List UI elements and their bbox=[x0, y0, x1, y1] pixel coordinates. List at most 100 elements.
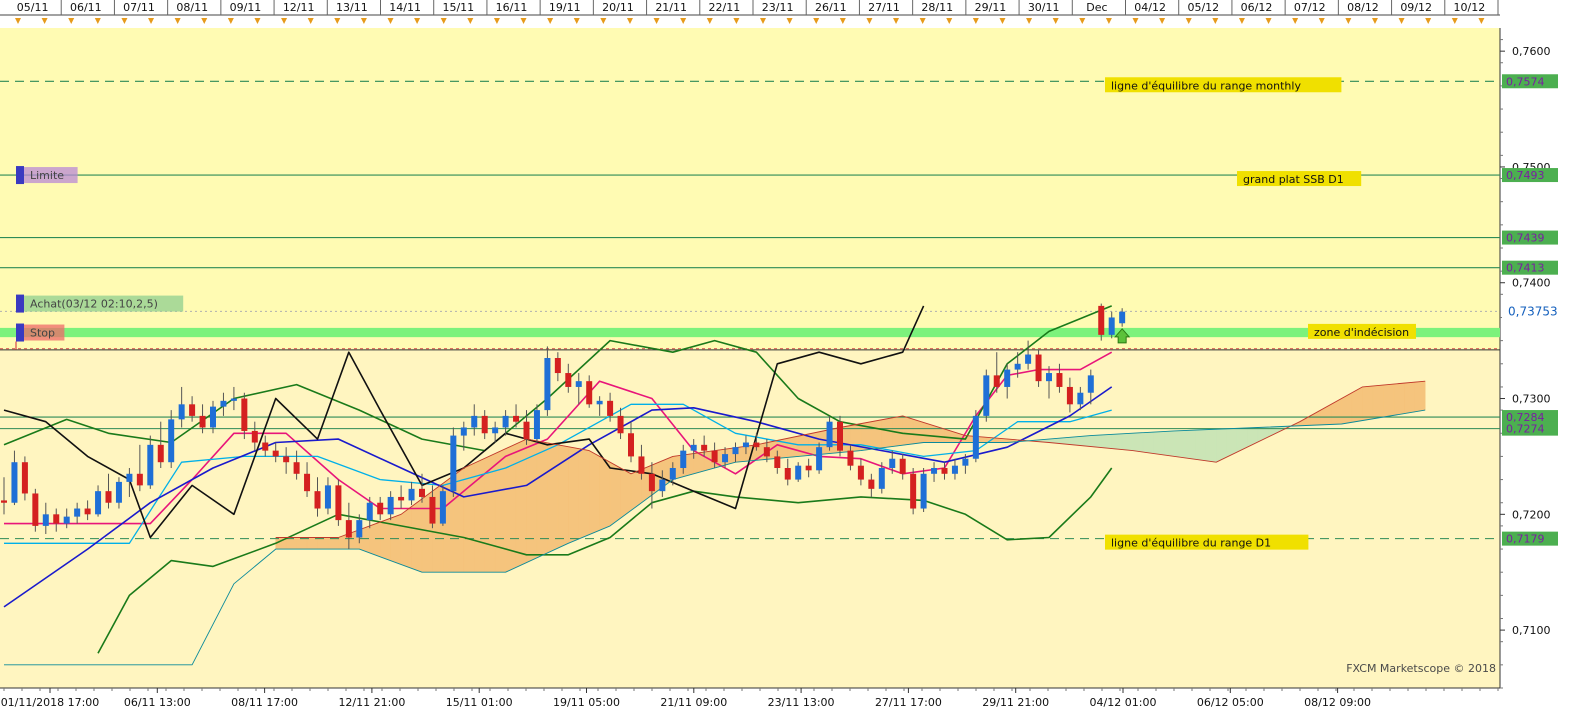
watermark: FXCM Marketscope © 2018 bbox=[1346, 662, 1496, 675]
cloud-segment bbox=[850, 423, 862, 452]
candle-body bbox=[920, 473, 927, 509]
cloud-segment bbox=[588, 450, 600, 535]
time-axis-label: 01/11/2018 17:00 bbox=[1, 696, 100, 709]
price-tick-label: 0,7200 bbox=[1512, 508, 1551, 521]
price-level-tag: 0,7493 bbox=[1502, 168, 1558, 183]
candle-body bbox=[837, 421, 843, 451]
candlestick-chart[interactable]: 05/11 06/11 07/11 08/11 09/11 12/11 13/11 14/11… bbox=[0, 0, 1583, 720]
candle-body bbox=[554, 358, 561, 374]
candle-body bbox=[199, 415, 206, 428]
order-label[interactable]: Achat(03/12 02:10,2,5) bbox=[30, 298, 158, 311]
candle-body bbox=[95, 491, 102, 515]
top-axis-label: 12/11 bbox=[283, 1, 315, 14]
time-axis-label: 19/11 05:00 bbox=[553, 696, 620, 709]
top-axis-label: 30/11 bbox=[1028, 1, 1060, 14]
candle-body bbox=[1, 500, 7, 503]
cloud-segment bbox=[306, 537, 318, 550]
candle-body bbox=[816, 447, 823, 471]
top-axis-label: 09/11 bbox=[230, 1, 262, 14]
price-level-tag: 0,7574 bbox=[1502, 74, 1558, 89]
candle-body bbox=[53, 514, 60, 524]
top-axis-label: 16/11 bbox=[496, 1, 528, 14]
order-handle-icon[interactable] bbox=[16, 294, 24, 313]
candle-body bbox=[962, 458, 969, 466]
cloud-segment bbox=[1142, 431, 1154, 454]
price-level-tag: 0,7274 bbox=[1502, 421, 1558, 436]
top-axis-label: 07/11 bbox=[123, 1, 155, 14]
candle-body bbox=[669, 468, 676, 480]
top-axis-label: 06/11 bbox=[70, 1, 102, 14]
candle-body bbox=[596, 400, 603, 405]
candle-body bbox=[126, 473, 133, 482]
candle-body bbox=[565, 373, 572, 387]
time-axis-label: 06/12 05:00 bbox=[1197, 696, 1264, 709]
candle-body bbox=[972, 415, 979, 459]
order-handle-icon[interactable] bbox=[16, 323, 24, 342]
time-axis-label: 29/11 21:00 bbox=[982, 696, 1049, 709]
top-axis-label: 05/12 bbox=[1187, 1, 1219, 14]
candle-body bbox=[1046, 373, 1052, 382]
order-label[interactable]: Limite bbox=[30, 169, 64, 182]
candle-body bbox=[387, 496, 394, 515]
top-axis-label: 27/11 bbox=[868, 1, 900, 14]
candle-body bbox=[711, 450, 718, 463]
bottom-axis: 01/11/2018 17:00 06/11 13:00 08/11 17:00 12… bbox=[0, 687, 1583, 720]
order-marker[interactable]: Achat(03/12 02:10,2,5) bbox=[16, 294, 184, 313]
top-axis-label: 26/11 bbox=[815, 1, 847, 14]
order-label[interactable]: Stop bbox=[30, 327, 55, 340]
candle-body bbox=[356, 520, 363, 538]
price-level-tag-label: 0,7413 bbox=[1506, 262, 1545, 275]
candle-body bbox=[11, 462, 18, 503]
cloud-segment bbox=[1163, 430, 1175, 457]
candle-body bbox=[1119, 311, 1126, 324]
time-axis-label: 12/11 21:00 bbox=[338, 696, 405, 709]
cloud-segment bbox=[536, 440, 548, 559]
candle-body bbox=[638, 456, 645, 474]
candle-body bbox=[1108, 317, 1115, 335]
current-price-tag: 0,73753 bbox=[1508, 304, 1558, 318]
candle-body bbox=[617, 415, 624, 434]
cloud-segment bbox=[285, 537, 297, 550]
time-axis-label: 06/11 13:00 bbox=[124, 696, 191, 709]
price-tick-label: 0,7100 bbox=[1512, 624, 1551, 637]
candle-body bbox=[74, 508, 81, 517]
price-level-tag: 0,7413 bbox=[1502, 260, 1558, 275]
candle-body bbox=[408, 488, 415, 501]
candle-body bbox=[544, 358, 551, 411]
candle-body bbox=[1098, 305, 1105, 335]
order-marker[interactable]: Stop bbox=[16, 323, 65, 342]
candle-body bbox=[220, 400, 227, 407]
top-axis-label: 20/11 bbox=[602, 1, 634, 14]
candle-body bbox=[732, 447, 739, 455]
top-axis-label: 28/11 bbox=[921, 1, 953, 14]
cloud-segment bbox=[317, 537, 329, 550]
level-annotation: ligne d'équilibre du range D1 bbox=[1105, 534, 1309, 550]
annotation-label: zone d'indécision bbox=[1314, 326, 1409, 339]
cloud-segment bbox=[515, 438, 527, 568]
order-handle-icon[interactable] bbox=[16, 166, 24, 185]
candle-body bbox=[847, 450, 854, 466]
cloud-segment bbox=[327, 537, 339, 550]
candle-body bbox=[345, 520, 352, 538]
candle-body bbox=[868, 479, 875, 489]
candle-body bbox=[147, 444, 154, 486]
candle-body bbox=[753, 442, 760, 448]
order-marker[interactable]: Limite bbox=[16, 166, 78, 185]
level-annotation: ligne d'équilibre du range monthly bbox=[1105, 77, 1342, 93]
time-axis-label: 27/11 17:00 bbox=[875, 696, 942, 709]
top-axis-label: 07/12 bbox=[1294, 1, 1326, 14]
cloud-segment bbox=[1184, 429, 1196, 460]
cloud-segment bbox=[568, 446, 579, 544]
candle-body bbox=[398, 496, 405, 501]
time-axis-label: 04/12 01:00 bbox=[1090, 696, 1157, 709]
candle-body bbox=[523, 421, 530, 440]
candle-body bbox=[575, 381, 582, 387]
candle-body bbox=[189, 404, 196, 416]
cloud-segment bbox=[609, 461, 621, 527]
range-zone-shade bbox=[0, 349, 1500, 688]
cloud-segment bbox=[871, 419, 883, 450]
candle-body bbox=[210, 406, 216, 428]
candle-body bbox=[857, 465, 864, 480]
candle-body bbox=[335, 485, 342, 521]
candle-body bbox=[774, 456, 781, 468]
